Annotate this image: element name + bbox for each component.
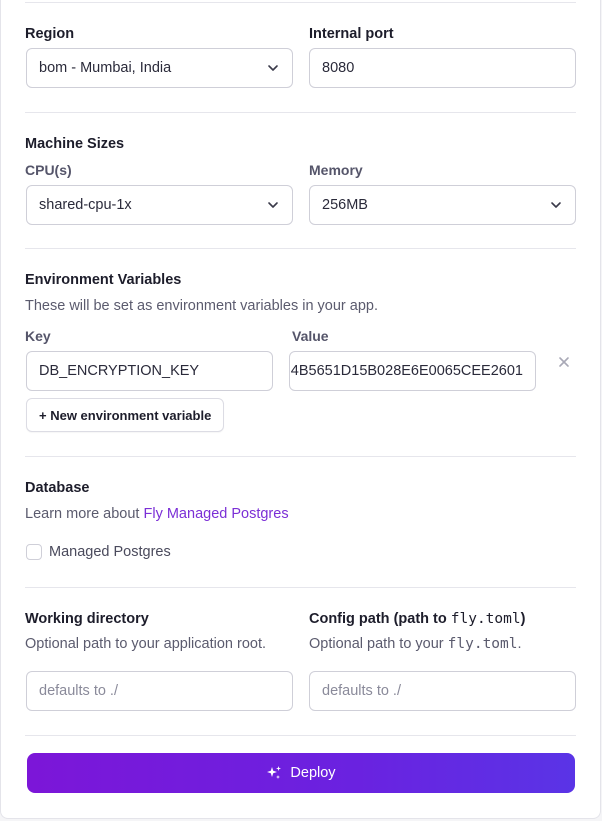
sparkles-icon bbox=[267, 766, 282, 779]
config-path-label: Config path (path to fly.toml) bbox=[309, 611, 525, 627]
memory-label: Memory bbox=[309, 162, 363, 178]
config-path-placeholder: defaults to ./ bbox=[322, 683, 401, 699]
config-path-help-code: fly.toml bbox=[447, 636, 518, 652]
cpu-value: shared-cpu-1x bbox=[39, 197, 132, 213]
chevron-down-icon bbox=[268, 202, 278, 208]
env-value-input[interactable]: 4B5651D15B028E6E0065CEE2601 bbox=[289, 351, 536, 391]
database-description: Learn more about Fly Managed Postgres bbox=[25, 506, 289, 522]
env-vars-description: These will be set as environment variabl… bbox=[25, 298, 379, 314]
deploy-label: Deploy bbox=[290, 765, 336, 781]
env-value-label: Value bbox=[292, 328, 329, 344]
env-vars-title: Environment Variables bbox=[25, 272, 182, 288]
fly-postgres-link[interactable]: Fly Managed Postgres bbox=[144, 506, 289, 522]
memory-value: 256MB bbox=[322, 197, 368, 213]
divider bbox=[25, 456, 576, 457]
memory-select[interactable]: 256MB bbox=[309, 185, 576, 225]
env-key-label: Key bbox=[25, 328, 51, 344]
divider bbox=[25, 587, 576, 588]
working-directory-help: Optional path to your application root. bbox=[25, 636, 267, 652]
region-label: Region bbox=[25, 26, 75, 42]
internal-port-input[interactable]: 8080 bbox=[309, 48, 576, 88]
config-path-help: Optional path to your fly.toml. bbox=[309, 636, 522, 652]
managed-postgres-checkbox[interactable] bbox=[26, 544, 42, 560]
managed-postgres-label[interactable]: Managed Postgres bbox=[49, 544, 171, 560]
deploy-button[interactable]: Deploy bbox=[27, 753, 575, 793]
internal-port-value: 8080 bbox=[322, 60, 355, 76]
internal-port-label: Internal port bbox=[309, 26, 394, 42]
config-path-label-text: Config path (path to bbox=[309, 611, 451, 627]
chevron-down-icon bbox=[268, 65, 278, 71]
divider bbox=[25, 2, 576, 3]
add-env-var-button[interactable]: + New environment variable bbox=[26, 398, 225, 432]
working-directory-label: Working directory bbox=[25, 611, 149, 627]
divider bbox=[25, 248, 576, 249]
env-key-value: DB_ENCRYPTION_KEY bbox=[39, 363, 200, 379]
config-path-help-text: Optional path to your bbox=[309, 636, 448, 652]
cpu-select[interactable]: shared-cpu-1x bbox=[26, 185, 293, 225]
deploy-form-card: Region bom - Mumbai, India Internal port… bbox=[0, 0, 601, 819]
config-path-label-code: fly.toml bbox=[450, 611, 521, 627]
cpu-label: CPU(s) bbox=[25, 162, 72, 178]
add-env-var-label: + New environment variable bbox=[39, 407, 212, 423]
chevron-down-icon bbox=[551, 202, 561, 208]
database-learn-text: Learn more about bbox=[25, 506, 144, 522]
close-icon[interactable] bbox=[556, 354, 572, 370]
working-directory-input[interactable]: defaults to ./ bbox=[26, 671, 293, 711]
env-key-input[interactable]: DB_ENCRYPTION_KEY bbox=[26, 351, 273, 391]
working-directory-placeholder: defaults to ./ bbox=[39, 683, 118, 699]
divider bbox=[25, 112, 576, 113]
machine-sizes-title: Machine Sizes bbox=[25, 136, 125, 152]
config-path-label-suffix: ) bbox=[520, 611, 526, 627]
region-select[interactable]: bom - Mumbai, India bbox=[26, 48, 293, 88]
divider bbox=[25, 735, 576, 736]
region-value: bom - Mumbai, India bbox=[39, 60, 172, 76]
database-title: Database bbox=[25, 480, 90, 496]
config-path-input[interactable]: defaults to ./ bbox=[309, 671, 576, 711]
env-value-value: 4B5651D15B028E6E0065CEE2601 bbox=[290, 363, 523, 379]
config-path-help-suffix: . bbox=[517, 636, 522, 652]
